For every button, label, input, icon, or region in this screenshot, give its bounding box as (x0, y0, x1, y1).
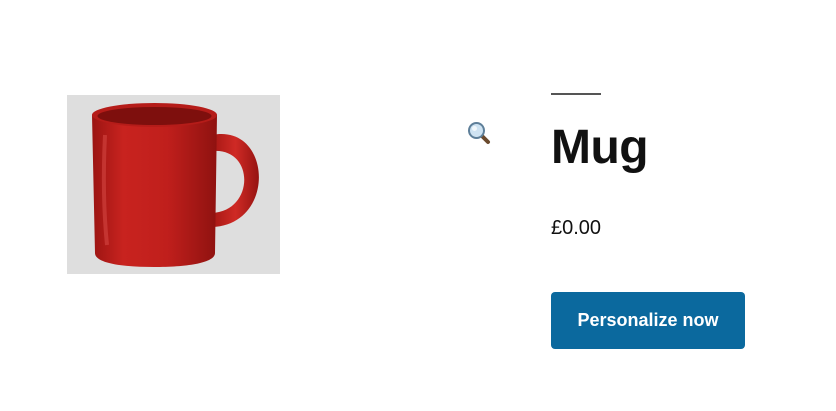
zoom-icon[interactable] (466, 120, 492, 146)
product-image[interactable] (67, 95, 280, 274)
title-divider (551, 93, 601, 95)
product-price: £0.00 (551, 217, 602, 239)
red-mug-icon (92, 103, 259, 267)
product-page: Mug £0.00 Personalize now (0, 0, 836, 411)
personalize-button[interactable]: Personalize now (551, 292, 745, 349)
product-title: Mug (551, 121, 649, 174)
magnifier-icon (468, 122, 490, 144)
